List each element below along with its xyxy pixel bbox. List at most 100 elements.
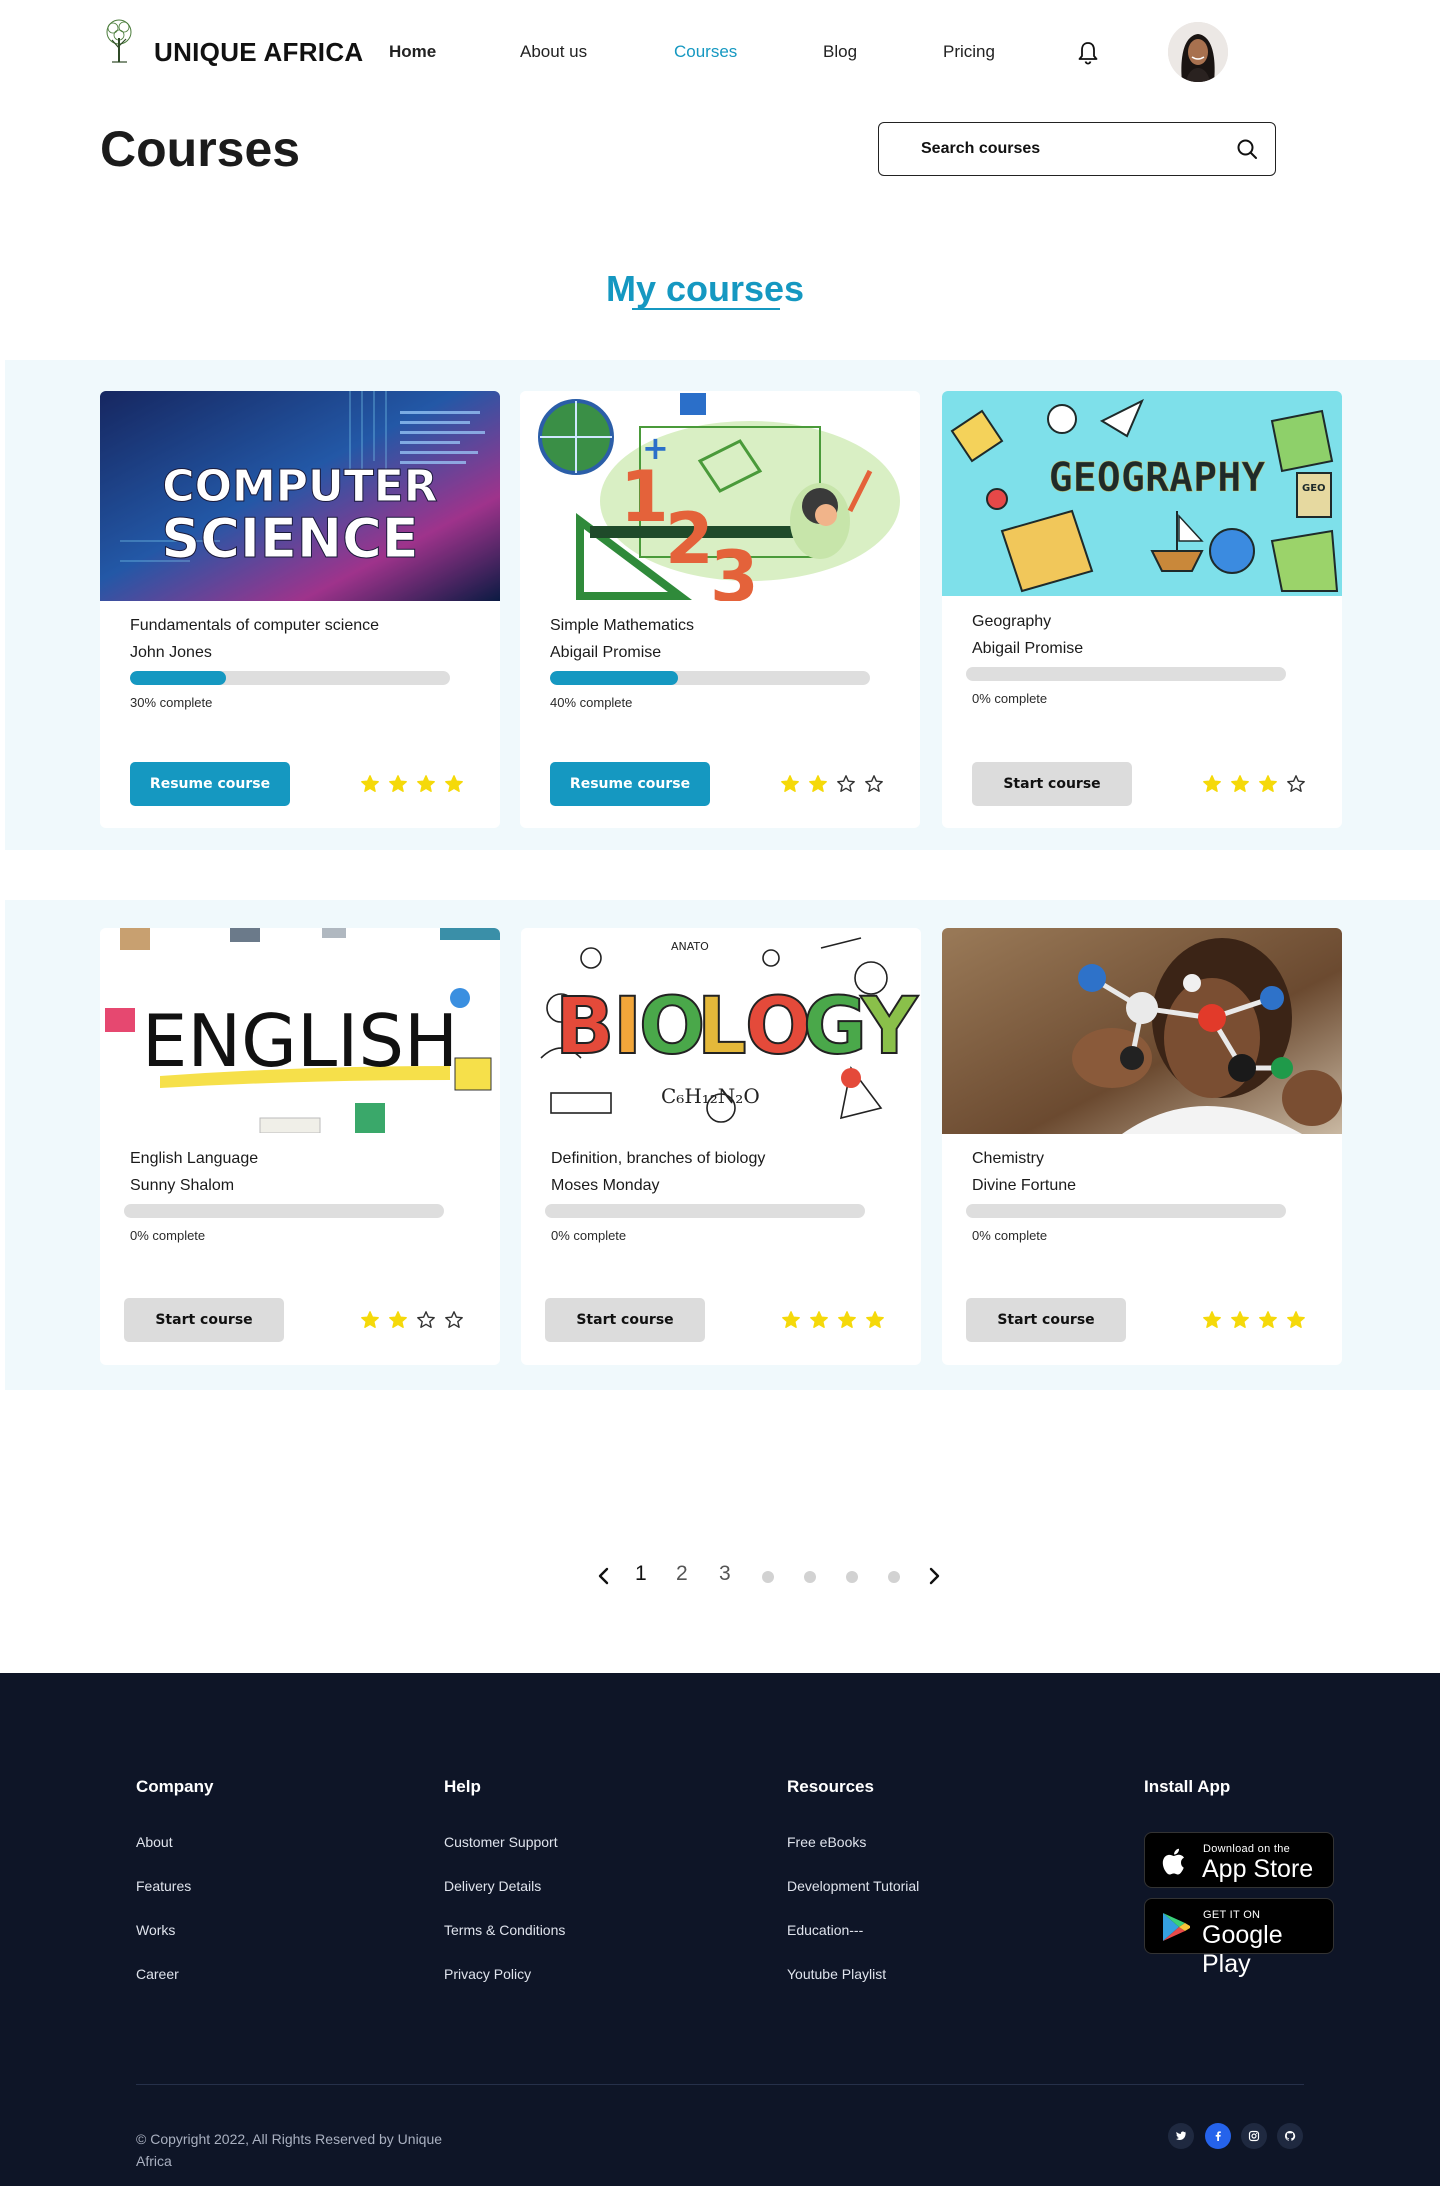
heading-underline	[632, 308, 780, 310]
footer-link-features[interactable]: Features	[136, 1878, 191, 1894]
footer-link-career[interactable]: Career	[136, 1966, 179, 1982]
section-heading: My courses	[605, 268, 805, 309]
google-play-badge[interactable]: GET IT ON Google Play	[1144, 1898, 1334, 1978]
star-filled-icon[interactable]	[1202, 1310, 1222, 1330]
math-image-digit-3: 3	[710, 536, 759, 601]
footer-help-title: Help	[444, 1777, 481, 1796]
search-icon[interactable]	[1235, 137, 1259, 161]
star-filled-icon[interactable]	[865, 1310, 885, 1330]
course-card-biology[interactable]: ANATO B I O L O G Y C₆H₁₂N₂O Definition,…	[521, 928, 921, 1365]
course-title: Fundamentals of computer science	[130, 617, 380, 634]
brand-name[interactable]: UNIQUE AFRICA	[154, 37, 364, 68]
progress-bar	[966, 1204, 1286, 1218]
svg-text:B: B	[555, 982, 614, 1072]
footer-link-education[interactable]: Education---	[787, 1922, 863, 1938]
user-avatar[interactable]	[1168, 22, 1228, 82]
star-filled-icon[interactable]	[1286, 1310, 1306, 1330]
start-course-button[interactable]: Start course	[972, 762, 1132, 806]
star-filled-icon[interactable]	[360, 1310, 380, 1330]
nav-courses[interactable]: Courses	[674, 42, 737, 62]
star-filled-icon[interactable]	[1230, 774, 1250, 794]
star-empty-icon[interactable]	[836, 774, 856, 794]
start-course-button[interactable]: Start course	[966, 1298, 1126, 1342]
google-play-big-text: Google Play	[1202, 1921, 1283, 1978]
page-dot[interactable]	[846, 1571, 858, 1583]
github-icon	[1285, 2131, 1296, 2141]
biology-image-anato-label: ANATO	[671, 940, 709, 953]
star-empty-icon[interactable]	[416, 1310, 436, 1330]
course-title: Geography	[972, 613, 1052, 630]
course-title: Chemistry	[972, 1150, 1045, 1167]
star-filled-icon[interactable]	[1230, 1310, 1250, 1330]
footer-link-about[interactable]: About	[136, 1834, 173, 1850]
star-filled-icon[interactable]	[444, 774, 464, 794]
chevron-left-icon[interactable]	[594, 1566, 614, 1586]
footer-install-title: Install App	[1144, 1777, 1231, 1796]
instagram-link[interactable]	[1241, 2123, 1267, 2149]
nav-blog[interactable]: Blog	[823, 42, 857, 62]
footer-link-delivery-details[interactable]: Delivery Details	[444, 1878, 541, 1894]
course-title: Definition, branches of biology	[551, 1150, 766, 1167]
star-empty-icon[interactable]	[1286, 774, 1306, 794]
footer-link-customer-support[interactable]: Customer Support	[444, 1834, 558, 1850]
star-empty-icon[interactable]	[864, 774, 884, 794]
star-filled-icon[interactable]	[809, 1310, 829, 1330]
star-filled-icon[interactable]	[388, 1310, 408, 1330]
page-dot[interactable]	[804, 1571, 816, 1583]
start-course-button[interactable]: Start course	[124, 1298, 284, 1342]
course-card-geography[interactable]: GEO GEOGRAPHY GEOGRAPHY Geography Abigai…	[942, 391, 1342, 828]
star-filled-icon[interactable]	[780, 774, 800, 794]
star-filled-icon[interactable]	[808, 774, 828, 794]
resume-course-button[interactable]: Resume course	[550, 762, 710, 806]
star-filled-icon[interactable]	[1258, 774, 1278, 794]
course-card-computer-science[interactable]: COMPUTER SCIENCE Fundamentals of compute…	[100, 391, 500, 828]
nav-home[interactable]: Home	[389, 42, 436, 62]
star-filled-icon[interactable]	[781, 1310, 801, 1330]
facebook-link[interactable]	[1205, 2123, 1231, 2149]
courses-row-2: ENGLISH English Language Sunny Shalom 0%…	[5, 900, 1440, 1390]
course-card-english[interactable]: ENGLISH English Language Sunny Shalom 0%…	[100, 928, 500, 1365]
star-filled-icon[interactable]	[837, 1310, 857, 1330]
brand-logo[interactable]	[100, 18, 138, 66]
footer-link-privacy[interactable]: Privacy Policy	[444, 1966, 531, 1982]
course-title: Simple Mathematics	[550, 617, 695, 634]
computer-science-image-title-1: COMPUTER	[162, 461, 437, 512]
svg-text:Y: Y	[860, 982, 919, 1072]
course-card-chemistry[interactable]: Chemistry Divine Fortune 0% complete Sta…	[942, 928, 1342, 1365]
facebook-icon	[1215, 2131, 1221, 2141]
star-filled-icon[interactable]	[416, 774, 436, 794]
footer-link-terms[interactable]: Terms & Conditions	[444, 1922, 565, 1938]
star-filled-icon[interactable]	[388, 774, 408, 794]
twitter-link[interactable]	[1168, 2123, 1194, 2149]
course-image-english: ENGLISH	[100, 928, 500, 1133]
github-link[interactable]	[1277, 2123, 1303, 2149]
notification-bell-icon[interactable]	[1076, 40, 1100, 66]
page-2[interactable]: 2	[676, 1562, 688, 1586]
start-course-button[interactable]: Start course	[545, 1298, 705, 1342]
footer-link-dev-tutorial[interactable]: Development Tutorial	[787, 1878, 919, 1894]
page-3[interactable]: 3	[719, 1562, 731, 1586]
footer-link-free-ebooks[interactable]: Free eBooks	[787, 1834, 866, 1850]
page-dot[interactable]	[888, 1571, 900, 1583]
page-1[interactable]: 1	[635, 1562, 647, 1586]
course-author: John Jones	[130, 644, 212, 661]
twitter-icon	[1175, 2131, 1186, 2140]
svg-text:G: G	[803, 982, 867, 1072]
resume-course-button[interactable]: Resume course	[130, 762, 290, 806]
star-empty-icon[interactable]	[444, 1310, 464, 1330]
nav-about-us[interactable]: About us	[520, 42, 587, 62]
footer-link-youtube[interactable]: Youtube Playlist	[787, 1966, 886, 1982]
chevron-right-icon[interactable]	[924, 1566, 944, 1586]
progress-fill	[130, 671, 226, 685]
app-store-badge[interactable]: Download on the App Store	[1144, 1832, 1334, 1888]
star-filled-icon[interactable]	[1258, 1310, 1278, 1330]
nav-pricing[interactable]: Pricing	[943, 42, 995, 62]
course-card-mathematics[interactable]: + 1 2 3 Simple Mathematics Abigail Promi…	[520, 391, 920, 828]
page-dot[interactable]	[762, 1571, 774, 1583]
star-filled-icon[interactable]	[1202, 774, 1222, 794]
progress-label: 30% complete	[130, 695, 213, 710]
footer-link-works[interactable]: Works	[136, 1922, 175, 1938]
search-input[interactable]	[921, 135, 1221, 163]
math-image-digit-2: 2	[665, 498, 714, 580]
star-filled-icon[interactable]	[360, 774, 380, 794]
